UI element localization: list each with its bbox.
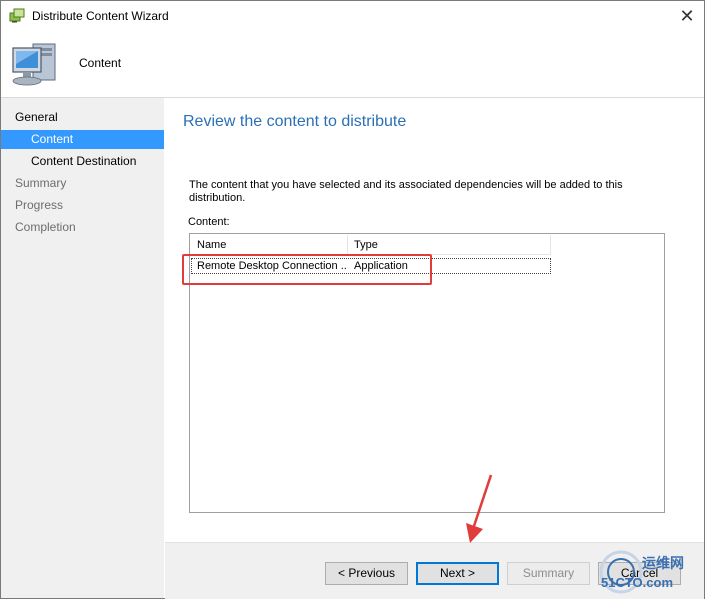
page-title: Review the content to distribute bbox=[183, 113, 407, 130]
nav-item-progress: Progress bbox=[15, 198, 64, 212]
title-bar: Distribute Content Wizard ✕ bbox=[1, 1, 704, 31]
list-header: Name Type bbox=[191, 235, 551, 255]
nav-item-summary: Summary bbox=[15, 176, 67, 190]
wizard-window: Distribute Content Wizard ✕ Content Gene… bbox=[0, 0, 705, 599]
computer-monitor-icon bbox=[11, 40, 63, 90]
nav-item-general[interactable]: General bbox=[1, 108, 164, 127]
next-button[interactable]: Next > bbox=[416, 562, 499, 585]
watermark-text-cn: 运维网 bbox=[642, 555, 684, 571]
annotation-highlight-box bbox=[182, 254, 432, 285]
page-description: The content that you have selected and i… bbox=[189, 179, 623, 204]
previous-button-label: < Previous bbox=[337, 566, 396, 580]
summary-button-label: Summary bbox=[522, 566, 575, 580]
watermark-text-site: 51CTO.com bbox=[601, 575, 674, 590]
content-list-label: Content: bbox=[188, 216, 230, 228]
previous-button[interactable]: < Previous bbox=[325, 562, 408, 585]
wizard-content: Review the content to distribute The con… bbox=[165, 98, 704, 542]
wizard-nav: General Content Content Destination Summ… bbox=[1, 98, 164, 598]
wizard-header: Content bbox=[1, 31, 704, 98]
header-step-label: Content bbox=[79, 56, 122, 70]
nav-item-content[interactable]: Content bbox=[1, 130, 164, 149]
window-title: Distribute Content Wizard bbox=[32, 9, 169, 23]
column-header-type[interactable]: Type bbox=[348, 235, 551, 254]
summary-button: Summary bbox=[507, 562, 590, 585]
wizard-app-icon bbox=[9, 8, 25, 24]
column-header-name[interactable]: Name bbox=[191, 235, 348, 254]
close-icon[interactable]: ✕ bbox=[676, 5, 698, 27]
annotation-arrow-icon bbox=[466, 474, 493, 543]
nav-item-completion: Completion bbox=[15, 220, 76, 234]
next-button-label: Next > bbox=[439, 566, 475, 580]
nav-item-content-destination[interactable]: Content Destination bbox=[1, 152, 164, 171]
